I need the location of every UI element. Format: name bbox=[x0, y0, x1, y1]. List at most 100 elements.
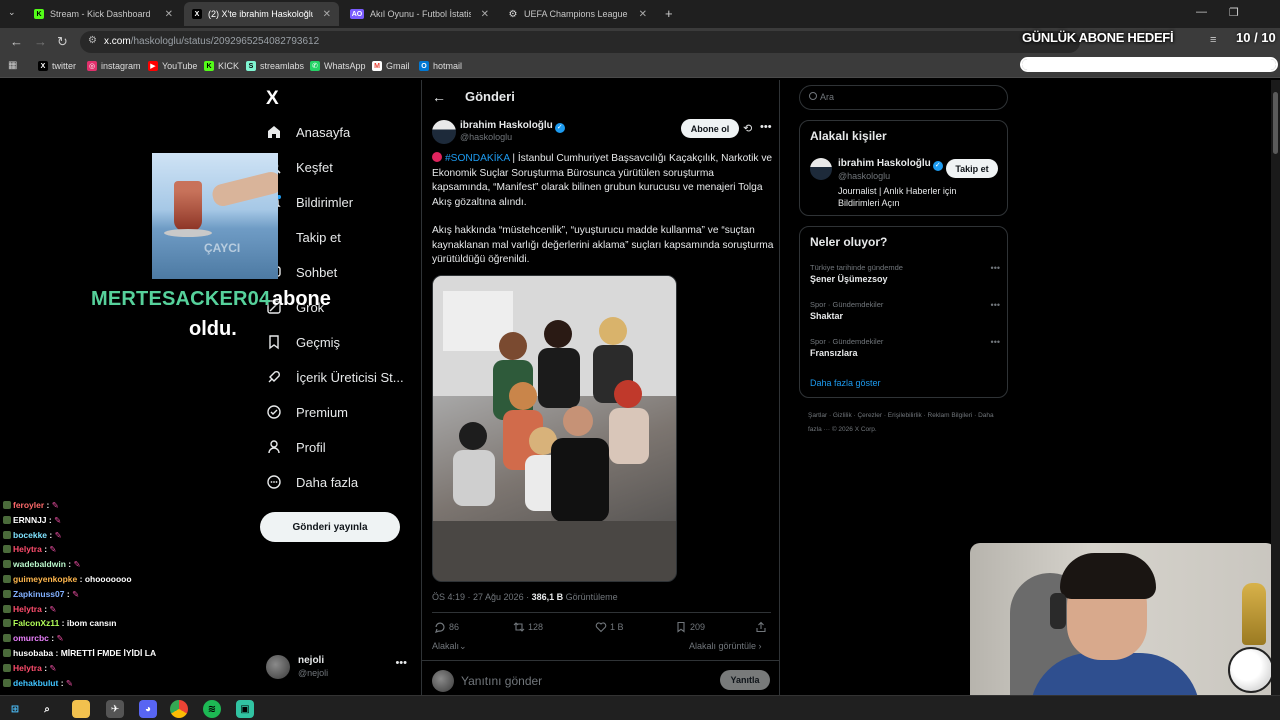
nav-notifications[interactable]: Bildirimler bbox=[266, 194, 353, 210]
apps-grid-icon[interactable]: ▦ bbox=[8, 60, 17, 71]
post-photo[interactable] bbox=[432, 275, 677, 582]
nav-premium[interactable]: Premium bbox=[266, 404, 348, 420]
bookmark-twitter[interactable]: Xtwitter bbox=[38, 61, 76, 71]
author-handle[interactable]: @haskologlu bbox=[460, 132, 512, 142]
chat-username[interactable]: feroyler bbox=[13, 500, 44, 510]
close-icon[interactable]: ✕ bbox=[639, 9, 647, 20]
bookmark-youtube[interactable]: ▶ YouTube bbox=[148, 61, 197, 71]
account-name: nejoli bbox=[298, 655, 325, 666]
nav-profile[interactable]: Profil bbox=[266, 439, 326, 455]
reply-input[interactable]: Yanıtını gönder bbox=[461, 674, 542, 688]
search-input[interactable]: Ara bbox=[799, 85, 1008, 110]
chat-username[interactable]: ERNNJJ bbox=[13, 515, 47, 525]
x-logo-icon[interactable]: X bbox=[266, 88, 279, 110]
chat-username[interactable]: omurcbc bbox=[13, 633, 49, 643]
nav-creator-studio[interactable]: İçerik Üreticisi St... bbox=[266, 369, 404, 385]
chrome-icon[interactable] bbox=[170, 700, 188, 718]
more-options-icon[interactable]: ••• bbox=[991, 263, 1000, 273]
site-info-icon[interactable]: ⚙ bbox=[88, 35, 97, 46]
bookmark-whatsapp[interactable]: ✆ WhatsApp bbox=[310, 61, 366, 71]
nav-history[interactable]: Geçmiş bbox=[266, 334, 340, 350]
chat-username[interactable]: guimeyenkopke bbox=[13, 574, 77, 584]
subscribe-button[interactable]: Abone ol bbox=[681, 119, 739, 138]
avatar[interactable] bbox=[432, 120, 456, 144]
nav-more[interactable]: Daha fazla bbox=[266, 474, 358, 490]
like-button[interactable]: 1 B bbox=[595, 621, 624, 633]
tab-list-icon[interactable]: ⌄ bbox=[8, 7, 16, 18]
footer-links[interactable]: Şartlar · Gizlilik · Çerezler · Erişileb… bbox=[808, 409, 1008, 437]
chat-username[interactable]: dehakbulut bbox=[13, 678, 58, 688]
tab-kick-dashboard[interactable]: K Stream - Kick Dashboard ✕ bbox=[26, 2, 181, 26]
url-input[interactable]: ⚙ x.com/haskologlu/status/20929652540827… bbox=[80, 31, 1080, 53]
bookmark-streamlabs[interactable]: Sstreamlabs bbox=[246, 61, 304, 71]
bookmark-hotmail[interactable]: Ohotmail bbox=[419, 61, 462, 71]
bookmark-kick[interactable]: K KICK bbox=[204, 61, 239, 71]
windows-start-icon[interactable]: ⊞ bbox=[6, 700, 24, 718]
discord-icon[interactable]: ◕ bbox=[139, 700, 157, 718]
grok-explain-icon[interactable]: ⟲ bbox=[743, 122, 752, 135]
bookmark-instagram[interactable]: ◎ instagram bbox=[87, 61, 141, 71]
youtube-icon: ▶ bbox=[148, 61, 158, 71]
chat-text: ohooooooo bbox=[84, 574, 132, 584]
reply-submit-button[interactable]: Yanıtla bbox=[720, 670, 770, 690]
chat-username[interactable]: FalconXz11 bbox=[13, 618, 59, 628]
tab-x-post[interactable]: X (2) X'te ibrahim Haskoloğlu: " ✕ bbox=[184, 2, 339, 26]
account-switcher[interactable]: nejoli @nejoli ••• bbox=[266, 653, 411, 681]
related-people-panel: Alakalı kişiler ibrahim Haskoloğlu ✓ @has… bbox=[799, 120, 1008, 216]
close-icon[interactable]: ✕ bbox=[481, 9, 489, 20]
file-explorer-icon[interactable] bbox=[72, 700, 90, 718]
more-options-icon[interactable]: ••• bbox=[991, 300, 1000, 310]
forward-icon[interactable]: → bbox=[34, 34, 47, 49]
close-icon[interactable]: ✕ bbox=[323, 9, 331, 20]
share-button[interactable] bbox=[755, 621, 767, 633]
tab-akil-oyunu[interactable]: AO Akıl Oyunu - Futbol İstatistikle ✕ bbox=[342, 2, 497, 26]
sort-dropdown[interactable]: Alakalı⌄ bbox=[432, 641, 467, 652]
new-tab-button[interactable]: + bbox=[665, 6, 673, 21]
chat-username[interactable]: wadebaldwin bbox=[13, 559, 66, 569]
trend-item[interactable]: Spor · Gündemdekiler Shaktar ••• bbox=[810, 300, 1000, 321]
chat-username[interactable]: Zapkinuss07 bbox=[13, 589, 65, 599]
scrollbar-thumb[interactable] bbox=[1273, 92, 1278, 154]
goal-progress-bar bbox=[1020, 57, 1278, 72]
avatar[interactable] bbox=[810, 158, 832, 180]
bookmark-label: streamlabs bbox=[260, 61, 305, 71]
related-handle[interactable]: @haskologlu bbox=[838, 171, 890, 181]
spotify-icon[interactable]: ≋ bbox=[203, 700, 221, 718]
app-icon[interactable]: ✈ bbox=[106, 700, 124, 718]
close-icon[interactable]: ✕ bbox=[165, 9, 173, 20]
restore-icon[interactable]: ❐ bbox=[1229, 6, 1239, 19]
related-name[interactable]: ibrahim Haskoloğlu ✓ bbox=[838, 158, 943, 171]
repost-button[interactable]: 128 bbox=[513, 621, 543, 633]
chat-username[interactable]: bocekke bbox=[13, 530, 47, 540]
tab-uefa[interactable]: ⚙ UEFA Champions League New I ✕ bbox=[500, 2, 655, 26]
minimize-icon[interactable]: — bbox=[1196, 6, 1207, 18]
more-options-icon[interactable]: ••• bbox=[760, 121, 772, 133]
bookmark-gmail[interactable]: M Gmail bbox=[372, 61, 410, 71]
sort-view-link[interactable]: Alakalı görüntüle › bbox=[689, 641, 762, 651]
back-arrow-icon[interactable]: ← bbox=[432, 89, 446, 105]
reply-button[interactable]: 86 bbox=[434, 621, 459, 633]
nav-home[interactable]: Anasayfa bbox=[266, 124, 350, 140]
search-icon[interactable]: ⌕ bbox=[38, 700, 56, 718]
streamlabs-icon[interactable]: ▣ bbox=[236, 700, 254, 718]
chat-username[interactable]: Helytra bbox=[13, 544, 42, 554]
back-icon[interactable]: ← bbox=[10, 34, 23, 49]
post-button[interactable]: Gönderi yayınla bbox=[260, 512, 400, 542]
chat-username[interactable]: Helytra bbox=[13, 663, 42, 673]
show-more-link[interactable]: Daha fazla göster bbox=[810, 378, 881, 388]
trend-item[interactable]: Türkiye tarihinde gündemde Şener Üşümezs… bbox=[810, 263, 1000, 284]
more-options-icon[interactable]: ••• bbox=[991, 337, 1000, 347]
chat-username[interactable]: husobaba bbox=[13, 648, 53, 658]
chat-badge-icon bbox=[3, 530, 11, 539]
hashtag-link[interactable]: #SONDAKİKA bbox=[445, 153, 510, 164]
post-time[interactable]: ÖS 4:19 · 27 Ağu 2026 · bbox=[432, 592, 532, 602]
reload-icon[interactable]: ↻ bbox=[57, 34, 68, 50]
scrollbar[interactable] bbox=[1271, 80, 1280, 695]
trend-item[interactable]: Spor · Gündemdekiler Fransızlara ••• bbox=[810, 337, 1000, 358]
more-options-icon[interactable]: ••• bbox=[395, 657, 407, 669]
menu-icon[interactable]: ≡ bbox=[1210, 34, 1216, 46]
goal-title: GÜNLÜK ABONE HEDEFİ bbox=[1022, 30, 1174, 45]
follow-button[interactable]: Takip et bbox=[946, 159, 998, 178]
chat-username[interactable]: Helytra bbox=[13, 604, 42, 614]
bookmark-button[interactable]: 209 bbox=[675, 621, 705, 633]
